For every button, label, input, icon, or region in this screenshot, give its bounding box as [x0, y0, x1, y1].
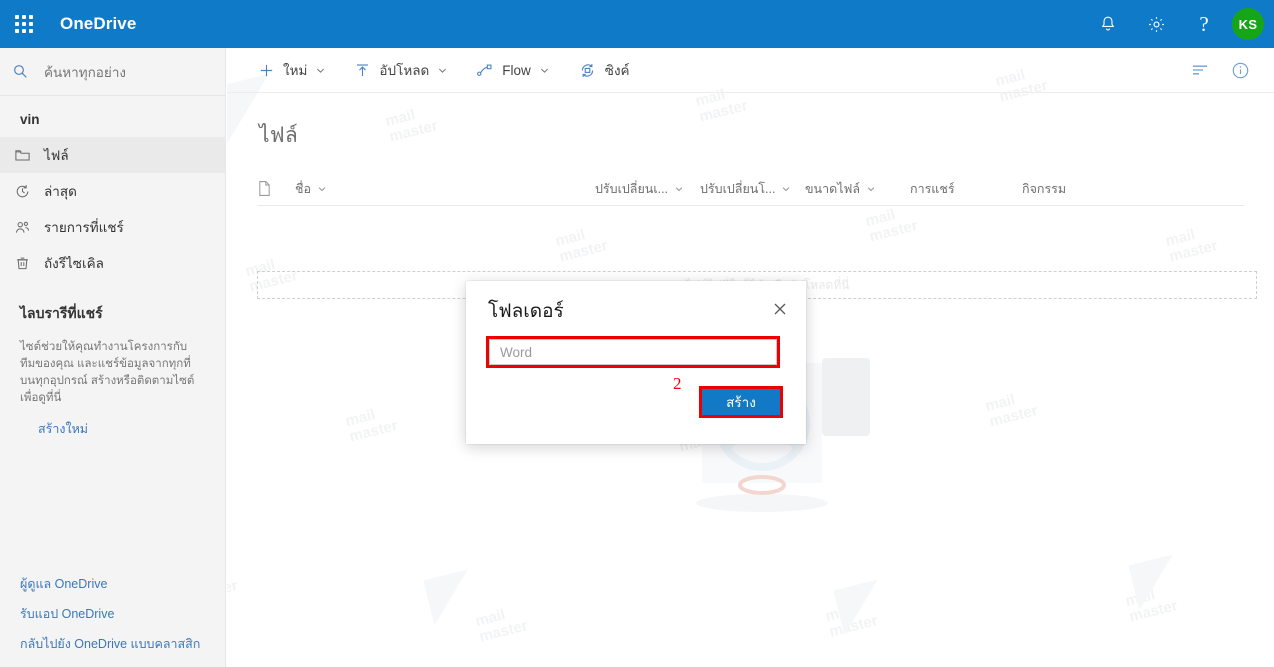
create-button-highlight: สร้าง [699, 386, 783, 418]
sync-button-label: ซิงค์ [604, 63, 630, 78]
shared-libraries-description: ไซต์ช่วยให้คุณทำงานโครงการกับทีมของคุณ แ… [20, 341, 195, 405]
clock-icon [14, 183, 44, 200]
new-button-label: ใหม่ [283, 63, 308, 78]
gear-icon[interactable] [1132, 0, 1180, 48]
create-new-site-link[interactable]: สร้างใหม่ [20, 419, 209, 439]
app-launcher-icon[interactable] [0, 0, 48, 48]
bell-icon[interactable] [1084, 0, 1132, 48]
chevron-down-icon[interactable] [315, 65, 326, 76]
column-header-modified-label: ปรับเปลี่ยนเ... [595, 181, 669, 196]
chevron-down-icon[interactable] [781, 184, 791, 194]
recycle-bin-icon [14, 255, 44, 272]
upload-button-label: อัปโหลด [379, 63, 430, 78]
upload-button[interactable]: อัปโหลด [348, 48, 454, 93]
question-mark-icon[interactable]: ? [1180, 0, 1228, 48]
shared-libraries-title: ไลบรารีที่แชร์ [20, 305, 103, 321]
column-header-name[interactable]: ชื่อ [295, 179, 595, 199]
sidebar-bottom-links: ผู้ดูแล OneDrive รับแอป OneDrive กลับไปย… [0, 569, 226, 659]
get-onedrive-apps-link[interactable]: รับแอป OneDrive [20, 599, 226, 629]
annotation-step-2: 2 [673, 374, 682, 393]
sidebar-item-recent-label: ล่าสุด [44, 184, 77, 199]
flow-button-label: Flow [502, 62, 531, 78]
column-header-modified[interactable]: ปรับเปลี่ยนเ... [595, 179, 700, 199]
avatar[interactable]: KS [1232, 8, 1264, 40]
column-header-name-label: ชื่อ [295, 181, 311, 196]
sync-icon [578, 62, 597, 79]
folder-icon [14, 147, 44, 164]
column-header-sharing-label: การแชร์ [910, 181, 955, 196]
column-header-file-size[interactable]: ขนาดไฟล์ [805, 179, 910, 199]
column-header-modified-by[interactable]: ปรับเปลี่ยนโ... [700, 179, 805, 199]
sidebar-item-shared[interactable]: รายการที่แชร์ [0, 209, 225, 245]
command-bar: ใหม่ อัปโหลด Flow ซิงค์ [227, 48, 1274, 93]
sort-list-icon[interactable] [1180, 48, 1220, 93]
people-icon [14, 219, 44, 236]
onedrive-admin-link[interactable]: ผู้ดูแล OneDrive [20, 569, 226, 599]
search-input[interactable]: ค้นหาทุกอย่าง [0, 48, 225, 96]
sidebar: ค้นหาทุกอย่าง vin ไฟล์ ล่าสุด รายการที่แ… [0, 48, 226, 667]
help-glyph: ? [1199, 11, 1209, 36]
chevron-down-icon[interactable] [539, 65, 550, 76]
onedrive-app-window: OneDrive ? KS ค้นหาทุกอย่าง vin ไฟล์ ล่า… [0, 0, 1274, 667]
sidebar-item-files[interactable]: ไฟล์ [0, 137, 225, 173]
file-type-icon [257, 180, 295, 197]
search-icon [12, 63, 44, 80]
chevron-down-icon[interactable] [437, 65, 448, 76]
chevron-down-icon[interactable] [317, 184, 327, 194]
column-header-modified-by-label: ปรับเปลี่ยนโ... [700, 181, 776, 196]
folder-name-highlight [486, 336, 780, 368]
sidebar-item-files-label: ไฟล์ [44, 148, 69, 163]
account-name: vin [20, 112, 40, 127]
flow-icon [476, 62, 494, 79]
folder-name-input[interactable] [489, 339, 777, 365]
sidebar-item-recent[interactable]: ล่าสุด [0, 173, 225, 209]
plus-icon [258, 62, 275, 79]
column-header-activity-label: กิจกรรม [1022, 181, 1067, 196]
return-classic-onedrive-link[interactable]: กลับไปยัง OneDrive แบบคลาสสิก [20, 629, 226, 659]
suite-header: OneDrive ? KS [0, 0, 1274, 48]
new-button[interactable]: ใหม่ [252, 48, 332, 93]
shared-libraries-section: ไลบรารีที่แชร์ ไซต์ช่วยให้คุณทำงานโครงกา… [0, 281, 225, 439]
app-launcher-grid [15, 15, 33, 33]
chevron-down-icon[interactable] [866, 184, 876, 194]
brand-title[interactable]: OneDrive [60, 14, 136, 34]
sidebar-item-shared-label: รายการที่แชร์ [44, 220, 124, 235]
sidebar-item-recycle-bin-label: ถังรีไซเคิล [44, 256, 104, 271]
page-title: ไฟล์ [259, 124, 298, 147]
flow-button[interactable]: Flow [470, 48, 556, 93]
create-folder-dialog: โฟลเดอร์ 2 สร้าง [466, 281, 806, 444]
close-icon[interactable] [764, 293, 796, 325]
file-list-header: ชื่อ ปรับเปลี่ยนเ... ปรับเปลี่ยนโ... ขนา… [257, 172, 1244, 206]
column-header-file-size-label: ขนาดไฟล์ [805, 181, 861, 196]
upload-arrow-icon [354, 62, 371, 79]
chevron-down-icon[interactable] [674, 184, 684, 194]
search-placeholder: ค้นหาทุกอย่าง [44, 64, 127, 80]
column-header-activity[interactable]: กิจกรรม [1022, 179, 1122, 199]
sidebar-item-recycle-bin[interactable]: ถังรีไซเคิล [0, 245, 225, 281]
command-bar-right [1180, 48, 1274, 93]
header-actions: ? KS [1084, 0, 1274, 48]
dialog-title: โฟลเดอร์ [488, 301, 564, 322]
create-button[interactable]: สร้าง [702, 389, 780, 415]
column-header-sharing[interactable]: การแชร์ [910, 179, 1022, 199]
sync-button[interactable]: ซิงค์ [572, 48, 636, 93]
info-circle-icon[interactable] [1220, 48, 1260, 93]
